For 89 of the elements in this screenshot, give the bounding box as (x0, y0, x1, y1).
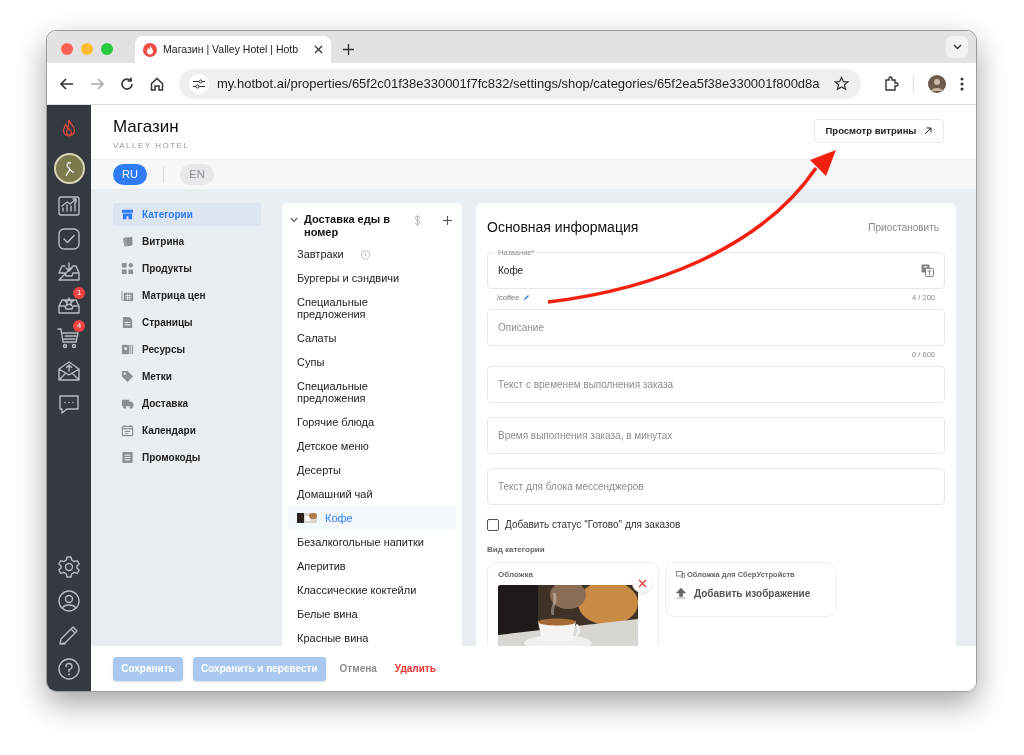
pencil-icon[interactable] (523, 294, 531, 301)
category-item[interactable]: Десерты (288, 458, 456, 482)
settings-nav-item[interactable]: Промокоды (113, 446, 261, 469)
property-avatar[interactable] (53, 153, 85, 184)
contact-card-icon (121, 343, 134, 356)
category-item[interactable]: Кофе (288, 506, 456, 530)
extensions-icon[interactable] (883, 75, 899, 92)
category-item[interactable]: Детское меню (288, 434, 456, 458)
text-field[interactable]: Описание (487, 309, 945, 346)
truck-icon (121, 397, 134, 410)
help-icon[interactable] (57, 657, 81, 681)
grid-icon (121, 262, 134, 275)
cart-icon[interactable] (57, 326, 81, 350)
category-item[interactable]: Красные вина (288, 626, 456, 646)
settings-nav-item[interactable]: Продукты (113, 257, 261, 280)
pause-button[interactable]: Приостановить (868, 220, 939, 235)
bookmark-star-icon[interactable] (834, 76, 849, 91)
flame-logo-icon[interactable] (62, 119, 76, 137)
chevron-down-icon[interactable] (290, 217, 298, 223)
category-item[interactable]: Специальные предложения (288, 290, 456, 326)
category-item[interactable]: Бургеры и сэндвичи (288, 266, 456, 290)
new-tab-icon[interactable] (343, 44, 354, 55)
calendar-icon (121, 424, 134, 437)
storefront-preview-button[interactable]: Просмотр витрины (814, 119, 944, 143)
hotbot-logo-icon (143, 42, 157, 57)
remove-image-button[interactable] (632, 573, 652, 593)
settings-nav-item[interactable]: Ресурсы (113, 338, 261, 361)
back-icon[interactable] (59, 75, 75, 92)
browser-tab[interactable]: Магазин | Valley Hotel | Hotb (135, 36, 331, 63)
category-item[interactable]: Специальные предложения (288, 374, 456, 410)
chevron-down-icon (952, 44, 962, 50)
add-icon[interactable] (443, 216, 452, 225)
category-item[interactable]: Белые вина (288, 602, 456, 626)
category-view-label: Вид категории (487, 544, 546, 556)
add-image-button[interactable]: Добавить изображение (676, 586, 811, 602)
inbox-icon[interactable] (57, 260, 81, 284)
external-link-icon (924, 127, 933, 135)
settings-nav-item[interactable]: Метки (113, 365, 261, 388)
browser-menu-icon[interactable] (960, 76, 964, 91)
settings-nav-item[interactable]: Доставка (113, 392, 261, 415)
category-item[interactable]: Домашний чай (288, 482, 456, 506)
settings-nav-item[interactable]: Страницы (113, 311, 261, 334)
document-icon (121, 316, 134, 329)
category-group-title[interactable]: Доставка еды в номер (304, 213, 400, 239)
upload-icon (676, 588, 686, 600)
site-settings-icon[interactable] (189, 73, 209, 94)
text-field[interactable]: Время выполнения заказа, в минутах (487, 417, 945, 454)
cover-label: Обложка (498, 569, 534, 581)
chat-icon[interactable] (57, 392, 81, 416)
checkmark-icon[interactable] (57, 227, 81, 251)
hotel-name: VALLEY HOTEL (113, 140, 190, 152)
settings-nav-item[interactable]: Матрица цен (113, 284, 261, 307)
translate-icon[interactable] (921, 264, 934, 277)
category-item[interactable]: Классические коктейли (288, 578, 456, 602)
category-item[interactable]: Горячие блюда (288, 410, 456, 434)
language-tab[interactable]: RU (113, 164, 147, 185)
category-item[interactable]: Завтраки (288, 242, 456, 266)
settings-nav-item[interactable]: Календари (113, 419, 261, 442)
text-field[interactable]: Текст с временем выполнения заказа (487, 366, 945, 403)
section-title: Основная информация (487, 218, 639, 237)
text-field[interactable]: Текст для блока мессенджеров (487, 468, 945, 505)
settings-nav-item[interactable]: Витрина (113, 230, 261, 253)
cards-icon (121, 235, 134, 248)
close-icon (637, 578, 647, 588)
home-icon[interactable] (149, 75, 165, 92)
address-bar[interactable]: my.hotbot.ai/properties/65f2c01f38e330001f7fc832/settings/shop/categories/65f2ea5f38e330001f800d8a (179, 68, 861, 99)
category-item[interactable]: Аперитив (288, 554, 456, 578)
profile-avatar-icon[interactable] (928, 74, 946, 93)
chart-icon[interactable] (57, 194, 81, 218)
category-item[interactable]: Безалкогольные напитки (288, 530, 456, 554)
category-item[interactable]: Салаты (288, 326, 456, 350)
checkbox[interactable] (487, 518, 499, 531)
tab-title: Магазин | Valley Hotel | Hotb (163, 41, 299, 57)
category-item[interactable]: Супы (288, 350, 456, 374)
user-icon[interactable] (57, 589, 81, 613)
table-icon (121, 289, 134, 302)
tab-list-button[interactable] (946, 36, 968, 58)
tag-icon (121, 370, 134, 383)
settings-icon[interactable] (57, 555, 81, 579)
envelope-icon[interactable] (57, 359, 81, 383)
url-text: my.hotbot.ai/properties/65f2c01f38e330001f7fc832/settings/shop/categories/65f2ea5f38e330001f800d8a (217, 74, 821, 93)
page-title: Магазин (113, 117, 180, 137)
checkbox-label[interactable]: Добавить статус "Готово" для заказов (505, 517, 681, 532)
close-tab-icon[interactable] (314, 45, 323, 54)
delete-button[interactable]: Удалить (390, 656, 440, 681)
store-icon (121, 208, 134, 221)
devices-icon (676, 571, 685, 579)
reload-icon[interactable] (119, 75, 135, 92)
list-icon (121, 451, 134, 464)
